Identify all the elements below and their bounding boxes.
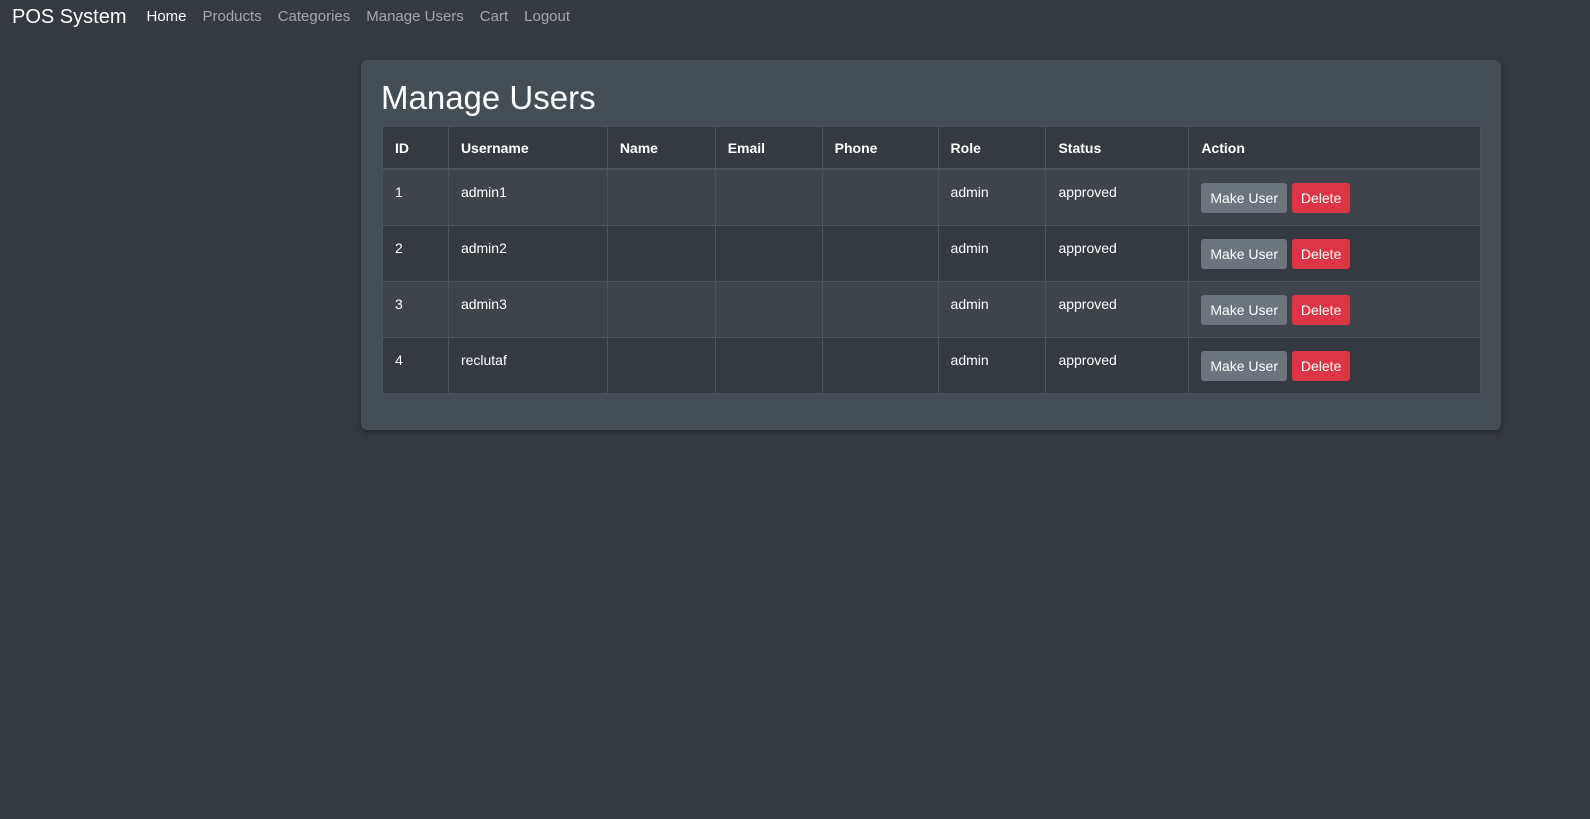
cell-name <box>606 336 716 394</box>
table-row: 3 admin3 admin approved Make User Delete <box>382 280 1481 338</box>
cell-role: admin <box>937 280 1047 338</box>
column-header-username[interactable]: Username <box>447 126 608 170</box>
table-header-row: ID Username Name Email Phone Role Status… <box>382 126 1481 170</box>
table-row: 1 admin1 admin approved Make User Delete <box>382 168 1481 226</box>
column-header-email[interactable]: Email <box>714 126 823 170</box>
column-header-role[interactable]: Role <box>937 126 1047 170</box>
cell-role: admin <box>937 336 1047 394</box>
nav-link-products[interactable]: Products <box>195 8 270 25</box>
cell-status: approved <box>1045 168 1190 226</box>
make-user-button[interactable]: Make User <box>1201 238 1287 269</box>
table-row: 2 admin2 admin approved Make User Delete <box>382 224 1481 282</box>
cell-name <box>606 224 716 282</box>
nav-link-manage-users[interactable]: Manage Users <box>358 8 472 25</box>
cell-phone <box>821 224 939 282</box>
cell-name <box>606 280 716 338</box>
cell-role: admin <box>937 224 1047 282</box>
brand-logo[interactable]: POS System <box>12 0 126 34</box>
cell-id: 3 <box>382 280 449 338</box>
cell-action: Make User Delete <box>1188 224 1481 282</box>
cell-email <box>714 280 823 338</box>
make-user-button[interactable]: Make User <box>1201 294 1287 325</box>
column-header-phone[interactable]: Phone <box>821 126 939 170</box>
column-header-id[interactable]: ID <box>382 126 449 170</box>
cell-email <box>714 336 823 394</box>
nav-link-logout[interactable]: Logout <box>516 8 578 25</box>
cell-action: Make User Delete <box>1188 280 1481 338</box>
users-table: ID Username Name Email Phone Role Status… <box>382 126 1481 394</box>
cell-username: reclutaf <box>447 336 608 394</box>
cell-role: admin <box>937 168 1047 226</box>
nav-link-home[interactable]: Home <box>138 8 194 25</box>
column-header-action[interactable]: Action <box>1188 126 1481 170</box>
cell-phone <box>821 336 939 394</box>
cell-email <box>714 168 823 226</box>
make-user-button[interactable]: Make User <box>1201 350 1287 381</box>
column-header-status[interactable]: Status <box>1045 126 1190 170</box>
cell-status: approved <box>1045 224 1190 282</box>
cell-action: Make User Delete <box>1188 168 1481 226</box>
top-navbar: POS System Home Products Categories Mana… <box>0 0 1590 34</box>
cell-phone <box>821 280 939 338</box>
delete-button[interactable]: Delete <box>1291 350 1351 381</box>
cell-id: 4 <box>382 336 449 394</box>
cell-username: admin1 <box>447 168 608 226</box>
cell-name <box>606 168 716 226</box>
nav-links: Home Products Categories Manage Users Ca… <box>138 0 578 34</box>
cell-status: approved <box>1045 336 1190 394</box>
nav-link-categories[interactable]: Categories <box>270 8 359 25</box>
cell-username: admin3 <box>447 280 608 338</box>
cell-id: 2 <box>382 224 449 282</box>
delete-button[interactable]: Delete <box>1291 294 1351 325</box>
cell-phone <box>821 168 939 226</box>
column-header-name[interactable]: Name <box>606 126 716 170</box>
cell-email <box>714 224 823 282</box>
manage-users-card: Manage Users ID Username Name Email Phon… <box>361 60 1501 430</box>
nav-link-cart[interactable]: Cart <box>472 8 516 25</box>
delete-button[interactable]: Delete <box>1291 238 1351 269</box>
make-user-button[interactable]: Make User <box>1201 183 1287 213</box>
cell-action: Make User Delete <box>1188 336 1481 394</box>
delete-button[interactable]: Delete <box>1291 183 1351 213</box>
cell-status: approved <box>1045 280 1190 338</box>
table-row: 4 reclutaf admin approved Make User Dele… <box>382 336 1481 394</box>
cell-username: admin2 <box>447 224 608 282</box>
cell-id: 1 <box>382 168 449 226</box>
page-title: Manage Users <box>381 79 596 116</box>
